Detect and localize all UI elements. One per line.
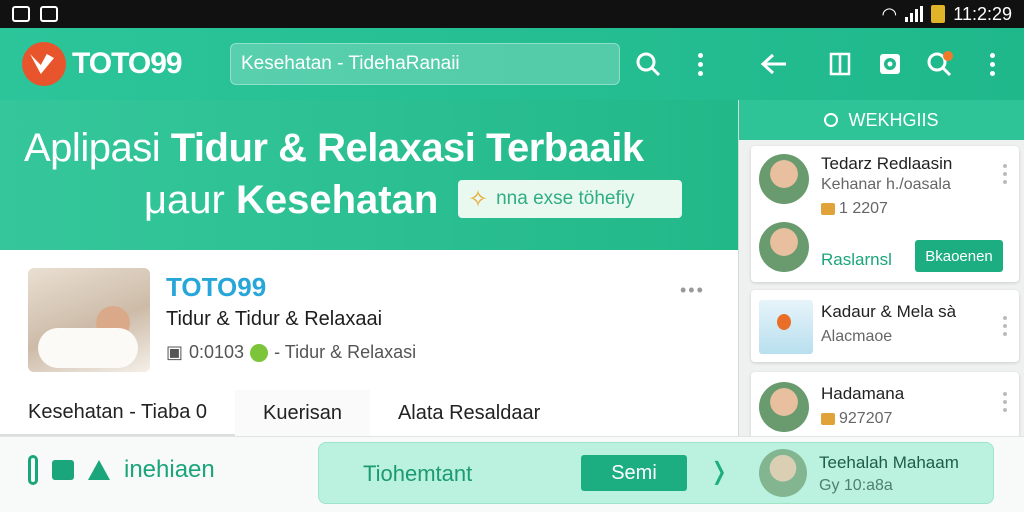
book-icon — [829, 52, 851, 76]
avatar — [759, 449, 807, 497]
tab-kesehatan[interactable]: Kesehatan - Tiaba 0 — [0, 390, 236, 436]
puzzle-button[interactable] — [870, 44, 910, 84]
floating-banner-text: Tiohemtant — [363, 461, 473, 486]
avatar — [759, 382, 809, 432]
clock: 11:2:29 — [953, 3, 1012, 24]
notification-search-icon — [927, 51, 953, 77]
tab-bar: Kesehatan - Tiaba 0 Kuerisan Alata Resal… — [0, 390, 738, 436]
hero-banner: Aplipasi Tidur & Relaxasi Terbaaik μaur … — [0, 100, 738, 250]
back-button[interactable] — [754, 44, 794, 84]
app-bar: TOTO99 Kesehatan - TidehaRanaii — [0, 28, 1024, 100]
back-icon — [761, 53, 786, 75]
more-icon — [989, 52, 995, 76]
avatar — [759, 222, 809, 272]
tab-alata[interactable]: Alata Resaldaar — [370, 390, 568, 436]
puzzle-icon — [880, 54, 900, 74]
image-icon — [12, 6, 30, 22]
checkmark-icon[interactable] — [52, 460, 74, 480]
hero-subheadline: μaur Kesehatan — [144, 178, 439, 222]
chevron-right-icon[interactable]: ❭ — [709, 457, 729, 486]
app-icon — [40, 6, 58, 22]
app-thumbnail — [759, 300, 813, 354]
star-icon: ✧ — [468, 185, 489, 213]
search-icon — [636, 52, 661, 77]
logo-text: TOTO99 — [72, 47, 183, 80]
signal-icon — [905, 6, 924, 22]
search-input[interactable]: Kesehatan - TidehaRanaii — [230, 43, 620, 85]
storage-icon: ▣ — [166, 342, 184, 362]
logo-icon — [22, 42, 66, 86]
more-icon[interactable] — [1003, 392, 1007, 412]
app-card: TOTO99 Tidur & Tidur & Relaxaai ▣ 0:0103… — [0, 250, 738, 436]
side-panel-header[interactable]: WEKHGIIS — [739, 100, 1024, 140]
badge-icon — [250, 343, 269, 362]
card-title[interactable]: TOTO99 — [166, 272, 266, 303]
card-subtitle: Tidur & Tidur & Relaxaai — [166, 308, 383, 330]
more-icon — [697, 52, 703, 76]
card-meta: ▣ 0:0103 - Tidur & Relaxasi — [166, 342, 417, 362]
side-panel: WEKHGIIS Tedarz Redlaasin Kehanar h./oas… — [738, 100, 1024, 436]
list-item[interactable]: Hadamana 927207 — [751, 372, 1019, 436]
toggle-icon[interactable] — [28, 455, 38, 485]
more-button[interactable] — [680, 44, 720, 84]
search-value: Kesehatan - TidehaRanaii — [241, 53, 460, 74]
list-item[interactable]: Tedarz Redlaasin Kehanar h./oasala 1 220… — [751, 146, 1019, 282]
battery-icon — [931, 5, 946, 23]
tab-kuerisan[interactable]: Kuerisan — [235, 390, 370, 436]
card-thumbnail[interactable] — [28, 268, 150, 372]
submit-button[interactable]: Semi — [581, 455, 687, 491]
wifi-icon: ◠ — [881, 3, 898, 24]
avatar — [759, 154, 809, 204]
notification-search-button[interactable] — [920, 44, 960, 84]
bottom-label[interactable]: inehiaen — [124, 456, 215, 484]
bell-icon[interactable] — [88, 460, 110, 480]
tag-icon — [821, 202, 835, 215]
share-icon[interactable]: ••• — [680, 280, 705, 301]
hero-headline: Aplipasi Tidur & Relaxasi Terbaaik — [24, 126, 644, 170]
tag-icon — [821, 412, 835, 425]
status-bar: ◠ 11:2:29 — [0, 0, 1024, 28]
circle-icon — [824, 113, 839, 127]
book-button[interactable] — [820, 44, 860, 84]
logo[interactable]: TOTO99 — [22, 42, 183, 86]
search-button[interactable] — [628, 44, 668, 84]
more-icon[interactable] — [1003, 164, 1007, 184]
floating-banner: Tiohemtant Semi ❭ Teehalah Mahaam Gy 10:… — [318, 442, 994, 504]
right-more-button[interactable] — [972, 44, 1012, 84]
hero-pill[interactable]: ✧ nna exse töhefiy — [458, 180, 682, 218]
action-button[interactable]: Bkaoenen — [915, 240, 1003, 272]
list-item[interactable]: Kadaur & Mela sà Alacmaoe — [751, 290, 1019, 362]
more-icon[interactable] — [1003, 316, 1007, 336]
